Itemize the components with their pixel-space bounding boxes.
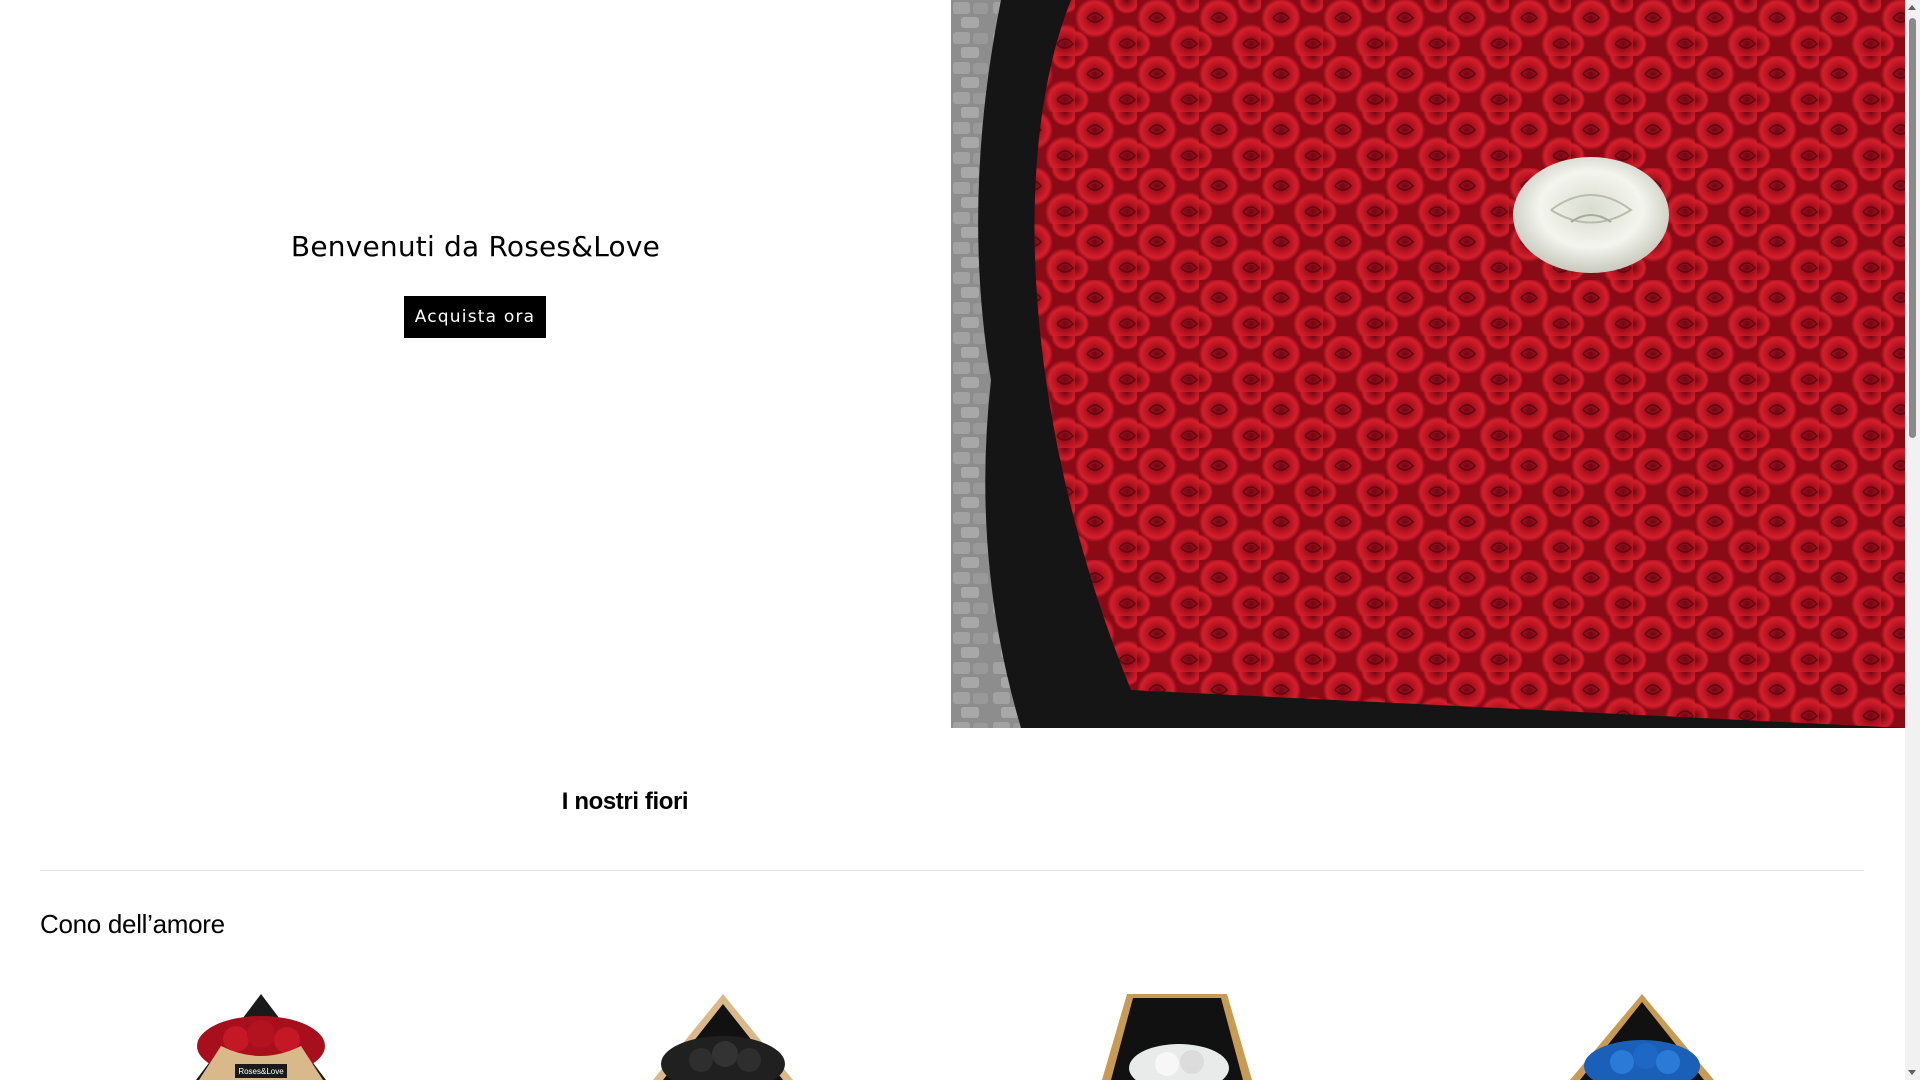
product-image xyxy=(1102,994,1252,1080)
product-image xyxy=(653,994,793,1080)
scroll-down-arrow-icon[interactable] xyxy=(1908,1070,1916,1075)
product-wrap-label: Roses&Love xyxy=(238,1067,284,1076)
product-card-black-roses[interactable] xyxy=(643,994,803,1080)
scrollbar-thumb[interactable] xyxy=(1909,18,1916,438)
hero-text-panel: Benvenuti da Roses&Love Acquista ora xyxy=(0,0,951,728)
hero-roses-image xyxy=(951,0,1905,728)
section-divider xyxy=(40,870,1864,871)
product-image xyxy=(1570,994,1714,1080)
product-card-blue-roses[interactable] xyxy=(1562,994,1722,1080)
hero-title: Benvenuti da Roses&Love xyxy=(290,230,661,263)
shop-now-button[interactable]: Acquista ora xyxy=(404,296,546,338)
page-scrollbar[interactable] xyxy=(1905,0,1920,1080)
section-title: I nostri fiori xyxy=(561,788,689,815)
product-image: Roses&Love xyxy=(196,994,326,1080)
category-title: Cono dell’amore xyxy=(40,909,225,939)
product-card-white-roses[interactable] xyxy=(1097,994,1257,1080)
product-card-red-roses[interactable]: Roses&Love xyxy=(181,994,341,1080)
scroll-up-arrow-icon[interactable] xyxy=(1908,5,1916,10)
